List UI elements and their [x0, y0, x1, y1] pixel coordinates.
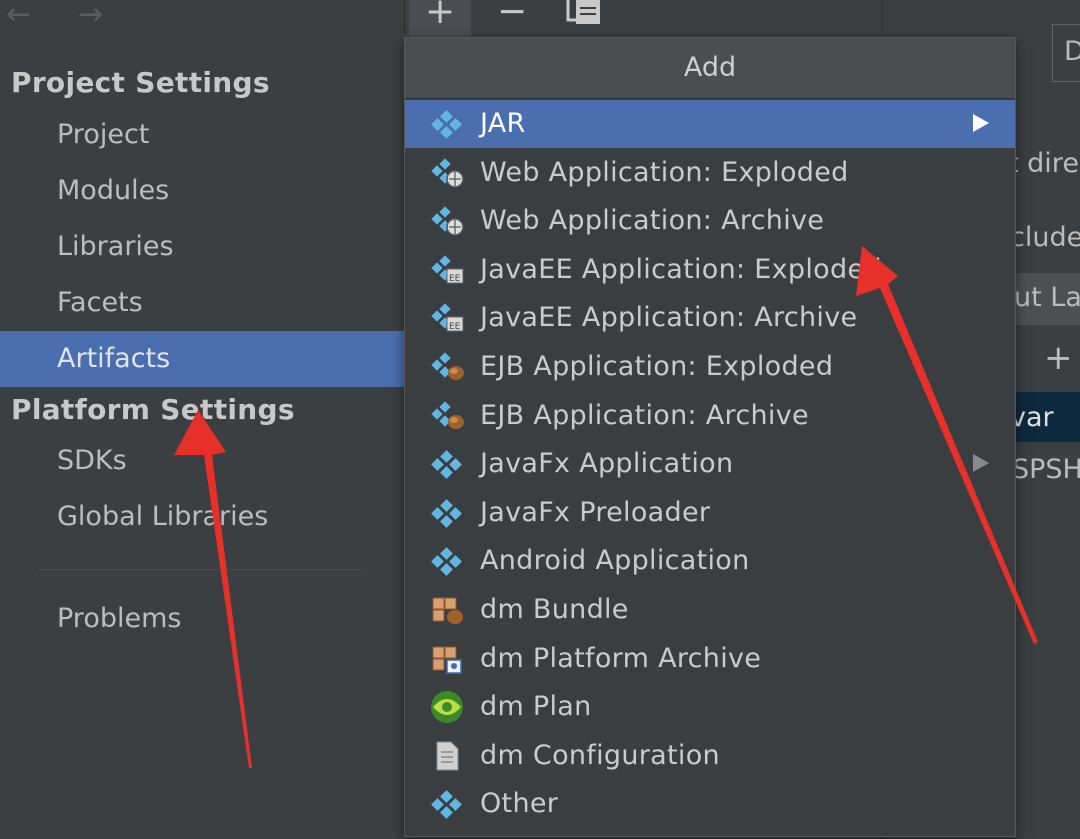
- artifact-diamond-icon: [427, 497, 467, 529]
- menu-item-label: JAR: [480, 108, 526, 139]
- menu-item-dm-platform-archive[interactable]: dm Platform Archive: [405, 635, 1015, 683]
- menu-item-label: EJB Application: Exploded: [480, 351, 834, 382]
- ejb-app-icon: [427, 400, 467, 432]
- menu-item-javafx-application[interactable]: JavaFx Application: [405, 440, 1015, 488]
- menu-item-label: dm Platform Archive: [480, 642, 762, 674]
- dm-platform-icon: [427, 643, 467, 675]
- menu-item-label: JavaEE Application: Exploded: [480, 253, 882, 285]
- submenu-arrow-icon: [973, 454, 989, 473]
- menu-item-web-application-archive[interactable]: Web Application: Archive: [405, 197, 1015, 245]
- nav-item-sdks[interactable]: SDKs: [57, 445, 127, 476]
- javaee-app-icon: EE: [427, 254, 467, 286]
- nav-item-facets[interactable]: Facets: [57, 287, 143, 318]
- menu-item-dm-configuration[interactable]: dm Configuration: [405, 732, 1015, 780]
- right-fragment-0: D: [1064, 36, 1080, 67]
- right-fragment-6: SPSH: [1012, 454, 1080, 485]
- submenu-arrow-icon: [973, 114, 989, 132]
- menu-item-ejb-application-archive[interactable]: EJB Application: Archive: [405, 392, 1015, 440]
- menu-item-android-application[interactable]: Android Application: [405, 537, 1015, 585]
- menu-item-label: dm Plan: [480, 691, 592, 723]
- add-element-button[interactable]: +: [1044, 338, 1073, 378]
- remove-button[interactable]: −: [497, 0, 527, 30]
- menu-item-label: Other: [480, 788, 559, 820]
- menu-item-dm-plan[interactable]: dm Plan: [405, 683, 1015, 731]
- menu-item-jar[interactable]: JAR: [405, 100, 1015, 148]
- menu-item-javafx-preloader[interactable]: JavaFx Preloader: [405, 489, 1015, 537]
- menu-item-other[interactable]: Other: [405, 780, 1015, 828]
- menu-item-ejb-application-exploded[interactable]: EJB Application: Exploded: [405, 343, 1015, 391]
- add-artifact-popup: Add JAR Web Application: Exploded Web Appl…: [404, 37, 1016, 837]
- add-button[interactable]: +: [425, 0, 455, 30]
- javaee-app-icon: EE: [427, 302, 467, 334]
- menu-item-label: EJB Application: Archive: [480, 399, 809, 431]
- nav-item-global-libraries[interactable]: Global Libraries: [57, 501, 268, 532]
- right-fragment-3: ut La: [1014, 282, 1080, 313]
- nav-item-modules[interactable]: Modules: [57, 175, 169, 206]
- menu-item-label: dm Configuration: [480, 739, 720, 771]
- menu-item-label: JavaFx Application: [480, 448, 734, 480]
- back-arrow-icon[interactable]: ←: [6, 0, 31, 30]
- artifact-diamond-icon: [427, 788, 467, 820]
- artifact-diamond-icon: [427, 545, 467, 577]
- artifact-diamond-icon: [427, 448, 467, 480]
- menu-item-dm-bundle[interactable]: dm Bundle: [405, 586, 1015, 634]
- dm-config-icon: [427, 740, 467, 772]
- popup-title: Add: [683, 52, 737, 83]
- platform-settings-heading: Platform Settings: [11, 393, 295, 426]
- dm-bundle-icon: [427, 594, 467, 626]
- forward-arrow-icon[interactable]: →: [78, 0, 103, 30]
- menu-item-label: JavaEE Application: Archive: [480, 302, 858, 334]
- menu-item-label: Web Application: Archive: [480, 205, 825, 237]
- right-fragment-5: var: [1010, 402, 1054, 433]
- artifact-diamond-icon: [427, 108, 467, 140]
- nav-item-project[interactable]: Project: [57, 119, 149, 150]
- svg-text:EE: EE: [449, 274, 461, 284]
- menu-item-label: Web Application: Exploded: [480, 156, 849, 188]
- menu-item-javaee-application-archive[interactable]: EE JavaEE Application: Archive: [405, 294, 1015, 342]
- ejb-app-icon: [427, 351, 467, 383]
- menu-item-label: Android Application: [480, 545, 750, 577]
- copy-icon[interactable]: [564, 0, 604, 26]
- menu-item-javaee-application-exploded[interactable]: EE JavaEE Application: Exploded: [405, 246, 1015, 294]
- nav-item-artifacts-label: Artifacts: [57, 343, 171, 374]
- nav-item-problems[interactable]: Problems: [57, 603, 181, 634]
- right-fragment-2: clude: [1010, 222, 1080, 253]
- menu-item-web-application-exploded[interactable]: Web Application: Exploded: [405, 149, 1015, 197]
- web-app-icon: [427, 157, 467, 189]
- nav-item-libraries[interactable]: Libraries: [57, 231, 174, 262]
- dm-plan-icon: [427, 691, 467, 724]
- nav-divider: [38, 569, 363, 570]
- project-settings-heading: Project Settings: [11, 66, 270, 99]
- right-fragment-1: t dire: [1008, 148, 1079, 179]
- svg-text:EE: EE: [449, 322, 461, 332]
- artifacts-toolbar: [404, 0, 883, 34]
- menu-item-label: JavaFx Preloader: [480, 496, 711, 528]
- web-app-icon: [427, 205, 467, 237]
- menu-item-label: dm Bundle: [480, 594, 629, 625]
